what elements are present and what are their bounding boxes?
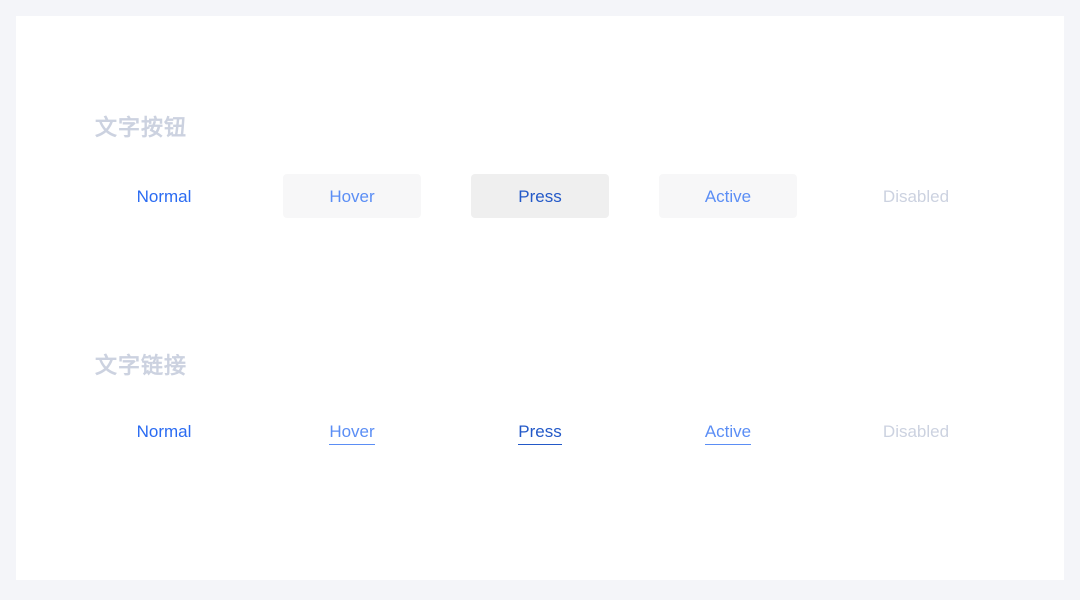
text-button-cell-active: Active (659, 174, 797, 218)
text-link-section-title: 文字链接 (95, 353, 188, 378)
text-button-cell-hover: Hover (283, 174, 421, 218)
text-link-press[interactable]: Press (518, 423, 562, 445)
content-card: 文字按钮 Normal Hover Press Active Disabled … (16, 16, 1064, 580)
text-button-disabled: Disabled (847, 174, 985, 218)
text-button-press[interactable]: Press (471, 174, 609, 218)
text-link-normal[interactable]: Normal (137, 423, 192, 445)
text-link-active[interactable]: Active (704, 423, 752, 445)
text-link-cell-hover: Hover (283, 412, 421, 456)
text-button-cell-disabled: Disabled (847, 174, 985, 218)
text-link-cell-press: Press (471, 412, 609, 456)
text-link-disabled: Disabled (882, 422, 950, 441)
text-button-hover[interactable]: Hover (283, 174, 421, 218)
text-link-hover[interactable]: Hover (329, 423, 375, 445)
text-button-cell-press: Press (471, 174, 609, 218)
text-link-cell-active: Active (659, 412, 797, 456)
text-link-cell-normal: Normal (95, 412, 233, 456)
text-button-cell-normal: Normal (95, 174, 233, 218)
text-button-active[interactable]: Active (659, 174, 797, 218)
text-button-section-title: 文字按钮 (95, 115, 188, 140)
text-button-state-row: Normal Hover Press Active Disabled (95, 174, 1015, 218)
text-link-state-row: Normal Hover Press Active Disabled (95, 412, 1015, 456)
text-link-cell-disabled: Disabled (847, 412, 985, 456)
text-button-normal[interactable]: Normal (95, 174, 233, 218)
